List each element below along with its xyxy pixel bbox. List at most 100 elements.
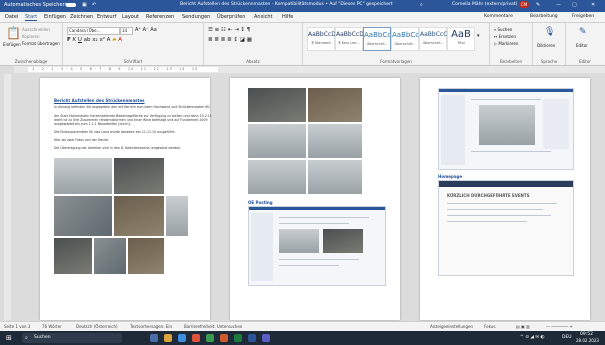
maximize-icon[interactable]: ▢ bbox=[572, 2, 577, 8]
word-icon[interactable] bbox=[248, 334, 256, 342]
focus-mode[interactable]: Fokus bbox=[484, 324, 495, 329]
menu-ansicht[interactable]: Ansicht bbox=[254, 14, 272, 20]
style-no-spacing[interactable]: AaBbCcDd ¶ Kein Lee... bbox=[335, 27, 368, 51]
close-icon[interactable]: ✕ bbox=[591, 2, 595, 8]
taskbar-search-label: Suchen bbox=[34, 335, 51, 340]
styles-scroll-icon[interactable]: ▾ bbox=[477, 33, 480, 39]
photo-mast[interactable] bbox=[54, 158, 112, 194]
windows-start-icon[interactable]: ⊞ bbox=[6, 334, 12, 342]
search-icon[interactable]: ⌕ bbox=[420, 2, 423, 8]
document-page-3[interactable]: Homepage KÜRZLICH DURCHGEFÜHRTE EVENTS bbox=[420, 78, 590, 320]
photo-ground[interactable] bbox=[308, 88, 362, 122]
editing-mode-button[interactable]: Bearbeitung bbox=[530, 14, 558, 19]
editor-button[interactable]: Editor bbox=[576, 43, 588, 48]
photo-fog[interactable] bbox=[166, 196, 188, 236]
word-count[interactable]: 76 Wörter bbox=[42, 324, 62, 329]
view-icons[interactable]: ▤ ▣ ▥ bbox=[516, 324, 530, 329]
horizontal-ruler[interactable]: · 1 · 2 · 1 · 3 · 4 · 5 · 6 · 7 · 8 · 9 … bbox=[14, 66, 605, 73]
clock-time[interactable]: 09:52 bbox=[580, 332, 593, 337]
pen-icon[interactable]: ✎ bbox=[536, 2, 540, 8]
minimize-icon[interactable]: — bbox=[556, 2, 561, 8]
dictate-button[interactable]: Diktieren bbox=[537, 43, 555, 48]
photo-foundation[interactable] bbox=[54, 196, 112, 236]
vertical-ruler[interactable] bbox=[4, 74, 11, 320]
document-page-1[interactable]: Bericht Aufstellen des Strückennmastes I… bbox=[40, 78, 212, 320]
menu-einfuegen[interactable]: Einfügen bbox=[44, 14, 66, 20]
paragraph-line: Die Einbauparameter für das Land wurde d… bbox=[54, 130, 176, 134]
microphone-icon[interactable]: 🎙 bbox=[544, 27, 555, 37]
cut-button[interactable]: Ausschneiden bbox=[22, 27, 50, 32]
menu-ueberpruefen[interactable]: Überprüfen bbox=[217, 14, 245, 20]
photo-crew[interactable] bbox=[54, 238, 92, 274]
photo-crane[interactable] bbox=[128, 238, 164, 274]
style-standard[interactable]: AaBbCcDd ¶ Standard bbox=[307, 27, 340, 51]
search-button[interactable]: ⌕ Suchen bbox=[494, 27, 512, 32]
system-tray-icons[interactable]: ^ ⊙ ◢ ✉ ◐ bbox=[520, 335, 544, 340]
zoom-slider[interactable]: — ─────── + bbox=[546, 324, 573, 329]
font-format-icons[interactable]: F K U ab x₂ x² A ▰ A bbox=[67, 37, 122, 43]
photo-workers[interactable] bbox=[114, 158, 164, 194]
menu-start[interactable]: Start bbox=[25, 14, 38, 21]
clock-date[interactable]: 28.02.2023 bbox=[576, 338, 599, 343]
editor-icon[interactable]: ✎ bbox=[579, 27, 587, 37]
save-icon[interactable]: ▣ bbox=[82, 2, 87, 8]
style-title[interactable]: AaB Titel bbox=[447, 27, 475, 51]
explorer-icon[interactable] bbox=[164, 334, 172, 342]
photo-detail[interactable] bbox=[114, 196, 164, 236]
app-icon-green[interactable] bbox=[206, 334, 214, 342]
photo-mast-fog-2[interactable] bbox=[308, 124, 362, 158]
teams-icon[interactable] bbox=[262, 334, 270, 342]
autosave-toggle[interactable] bbox=[66, 2, 76, 8]
screenshot-posting[interactable] bbox=[248, 206, 386, 286]
edge-icon[interactable] bbox=[178, 334, 186, 342]
excel-icon[interactable] bbox=[234, 334, 242, 342]
style-heading-2[interactable]: AaBbCc Überschrif... bbox=[391, 27, 419, 51]
photo-pole[interactable] bbox=[308, 160, 362, 194]
align-icons[interactable]: ≣ ≣ ≣ ≣ ↕ ◪ ▦ bbox=[208, 37, 252, 43]
list-icons[interactable]: ☰ ≡ ☷ ⇤ ⇥ ↕ ¶ bbox=[208, 27, 250, 33]
replace-button[interactable]: ↔ Ersetzen bbox=[494, 34, 516, 39]
menu-zeichnen[interactable]: Zeichnen bbox=[70, 14, 93, 20]
select-button[interactable]: ▷ Markieren bbox=[494, 41, 518, 46]
photo-workers-2[interactable] bbox=[248, 88, 306, 122]
paragraph-group-label: Absatz bbox=[246, 59, 260, 64]
accessibility[interactable]: Barrierefreiheit: Untersuchen bbox=[184, 324, 242, 329]
user-avatar[interactable]: CM bbox=[519, 1, 530, 8]
paragraph-group: ☰ ≡ ☷ ⇤ ⇥ ↕ ¶ ≣ ≣ ≣ ≣ ↕ ◪ ▦ Absatz bbox=[204, 23, 303, 65]
format-painter-button[interactable]: Format übertragen bbox=[22, 41, 60, 46]
paste-icon[interactable]: 📋 bbox=[6, 26, 21, 40]
copy-button[interactable]: Kopieren bbox=[22, 34, 40, 39]
style-heading-3[interactable]: AaBbCcC Überschrif... bbox=[419, 27, 447, 51]
language[interactable]: Deutsch (Österreich) bbox=[76, 324, 118, 329]
style-heading-1[interactable]: AaBbCc Überschrif... bbox=[363, 27, 391, 51]
page-count[interactable]: Seite 1 von 3 bbox=[4, 324, 30, 329]
menu-referenzen[interactable]: Referenzen bbox=[146, 14, 174, 20]
photo-field[interactable] bbox=[248, 160, 306, 194]
styles-group-label: Formatvorlagen bbox=[380, 59, 412, 64]
keyboard-language[interactable]: DEU bbox=[562, 335, 572, 340]
menu-layout[interactable]: Layout bbox=[122, 14, 139, 20]
share-button[interactable]: Freigeben bbox=[572, 14, 594, 19]
font-grow-shrink-icon[interactable]: A⁺ A⁻ Aa bbox=[135, 27, 157, 33]
text-prediction[interactable]: Textvorhersagen: Ein bbox=[130, 324, 172, 329]
photo-worker-yellow[interactable] bbox=[94, 238, 126, 274]
menu-datei[interactable]: Datei bbox=[5, 14, 18, 20]
comments-button[interactable]: Kommentare bbox=[484, 14, 513, 19]
screenshot-homepage[interactable]: KÜRZLICH DURCHGEFÜHRTE EVENTS bbox=[438, 180, 574, 276]
menu-entwurf[interactable]: Entwurf bbox=[97, 14, 116, 20]
powerpoint-icon[interactable] bbox=[220, 334, 228, 342]
menu-hilfe[interactable]: Hilfe bbox=[282, 14, 293, 20]
display-settings[interactable]: Anzeigeeinstellungen bbox=[430, 324, 473, 329]
undo-icon[interactable]: ↶ bbox=[92, 2, 96, 8]
photo-mast-fog[interactable] bbox=[248, 124, 306, 158]
app-icon-red[interactable] bbox=[192, 334, 200, 342]
screenshot-social[interactable] bbox=[438, 88, 574, 170]
document-page-2[interactable]: OE Posting bbox=[230, 78, 400, 320]
menu-sendungen[interactable]: Sendungen bbox=[182, 14, 210, 20]
taskview-icon[interactable] bbox=[150, 334, 158, 342]
taskbar-search[interactable]: ⌕ Suchen bbox=[22, 333, 122, 343]
font-size-select[interactable]: 14 bbox=[120, 27, 133, 35]
autosave-label: Automatisches Speichern bbox=[4, 2, 68, 8]
paste-button[interactable]: Einfügen bbox=[3, 42, 21, 47]
font-name-select[interactable]: Candara (Übe... bbox=[67, 27, 120, 35]
